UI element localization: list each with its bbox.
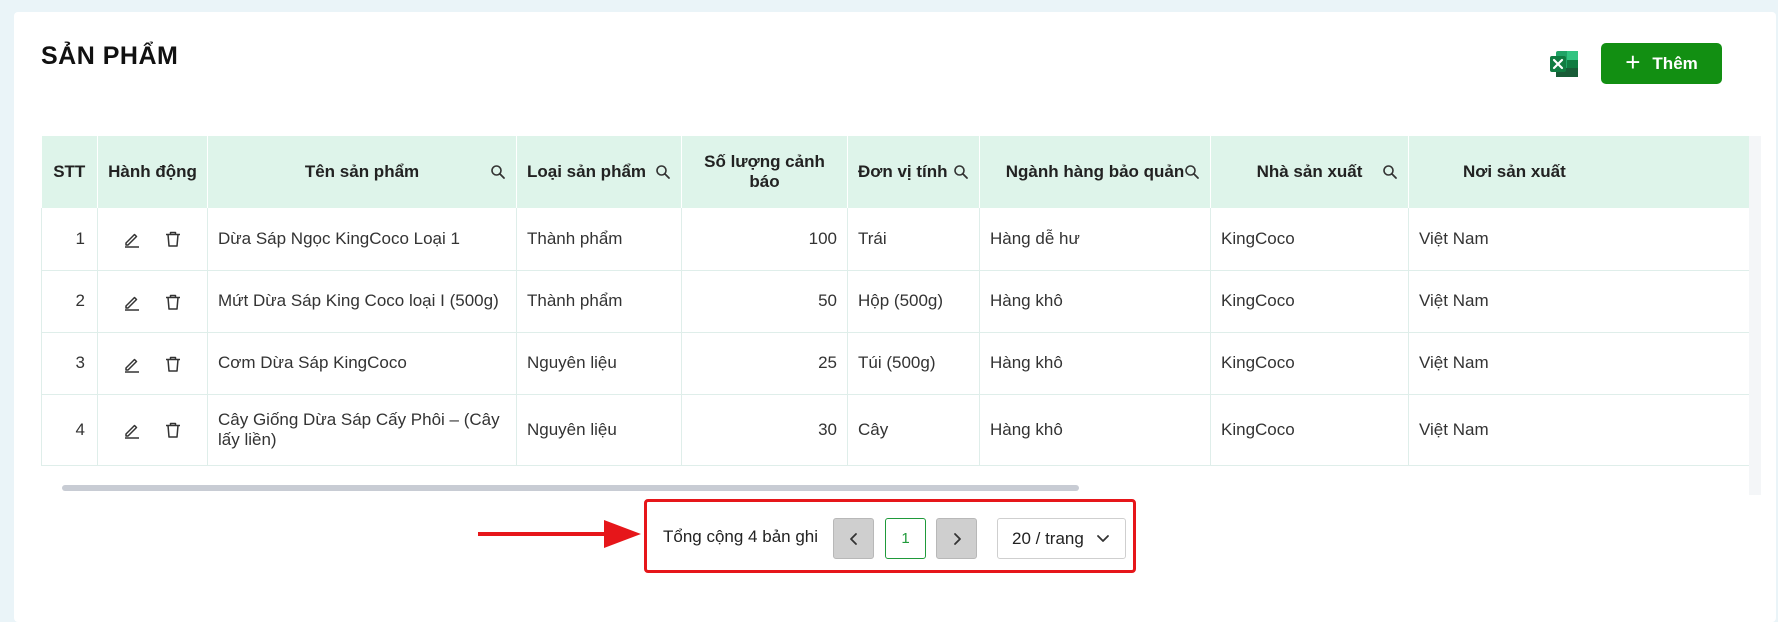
cell-type: Nguyên liệu — [516, 394, 682, 466]
cell-stt: 3 — [41, 332, 98, 395]
total-records: Tổng cộng 4 bản ghi — [663, 527, 819, 546]
cell-warn-qty: 50 — [681, 270, 848, 333]
column-header-actions: Hành động — [97, 136, 208, 208]
search-icon[interactable] — [655, 164, 671, 180]
cell-type: Thành phẩm — [516, 270, 682, 333]
cell-maker: KingCoco — [1210, 208, 1409, 271]
cell-unit: Túi (500g) — [847, 332, 980, 395]
cell-stt: 4 — [41, 394, 98, 466]
plus-icon: + — [1625, 47, 1641, 77]
chevron-down-icon — [1096, 534, 1109, 542]
table-row: 2 Mứt Dừa Sáp King Coco loại I (500g) Th… — [41, 270, 1749, 333]
column-header-origin: Nơi sản xuất — [1408, 136, 1749, 208]
column-header-maker: Nhà sản xuất — [1210, 136, 1409, 208]
cell-actions — [97, 208, 208, 271]
prev-page-button[interactable] — [833, 518, 874, 559]
page-size-select[interactable]: 20 / trang — [997, 518, 1126, 559]
cell-type: Thành phẩm — [516, 208, 682, 271]
cell-origin: Việt Nam — [1408, 208, 1749, 271]
column-header-name: Tên sản phẩm — [207, 136, 517, 208]
chevron-right-icon — [953, 532, 961, 545]
column-header-stt: STT — [41, 136, 98, 208]
cell-origin: Việt Nam — [1408, 270, 1749, 333]
cell-maker: KingCoco — [1210, 270, 1409, 333]
products-table: STT Hành động Tên sản phẩm Loại sản phẩm… — [41, 136, 1749, 481]
trash-icon[interactable] — [164, 421, 182, 439]
cell-stt: 2 — [41, 270, 98, 333]
cell-storage: Hàng dễ hư — [979, 208, 1211, 271]
chevron-left-icon — [849, 532, 857, 545]
search-icon[interactable] — [490, 164, 506, 180]
page-size-value: 20 / trang — [1012, 528, 1084, 548]
search-icon[interactable] — [1184, 164, 1200, 180]
cell-storage: Hàng khô — [979, 270, 1211, 333]
cell-origin: Việt Nam — [1408, 394, 1749, 466]
cell-type: Nguyên liệu — [516, 332, 682, 395]
table-row: 1 Dừa Sáp Ngọc KingCoco Loại 1 Thành phẩ… — [41, 208, 1749, 271]
cell-unit: Cây — [847, 394, 980, 466]
search-icon[interactable] — [953, 164, 969, 180]
cell-name: Cây Giống Dừa Sáp Cấy Phôi – (Cây lấy li… — [207, 394, 517, 466]
page-title: SẢN PHẨM — [41, 42, 179, 70]
add-button-label: Thêm — [1652, 53, 1698, 73]
cell-origin: Việt Nam — [1408, 332, 1749, 395]
search-icon[interactable] — [1382, 164, 1398, 180]
add-button[interactable]: + Thêm — [1601, 43, 1722, 84]
cell-name: Mứt Dừa Sáp King Coco loại I (500g) — [207, 270, 517, 333]
cell-name: Cơm Dừa Sáp KingCoco — [207, 332, 517, 395]
cell-storage: Hàng khô — [979, 332, 1211, 395]
cell-warn-qty: 25 — [681, 332, 848, 395]
edit-icon[interactable] — [123, 293, 141, 311]
cell-warn-qty: 30 — [681, 394, 848, 466]
table-row: 3 Cơm Dừa Sáp KingCoco Nguyên liệu 25 Tú… — [41, 332, 1749, 395]
column-header-warn-qty: Số lượng cảnh báo — [681, 136, 848, 208]
red-arrow-icon — [478, 520, 641, 548]
cell-warn-qty: 100 — [681, 208, 848, 271]
edit-icon[interactable] — [123, 421, 141, 439]
cell-actions — [97, 394, 208, 466]
excel-icon[interactable] — [1547, 47, 1581, 81]
cell-name: Dừa Sáp Ngọc KingCoco Loại 1 — [207, 208, 517, 271]
trash-icon[interactable] — [164, 293, 182, 311]
horizontal-scrollbar[interactable] — [62, 485, 1079, 491]
cell-stt: 1 — [41, 208, 98, 271]
column-header-storage: Ngành hàng bảo quản — [979, 136, 1211, 208]
vertical-scroll-track — [1749, 136, 1761, 495]
cell-maker: KingCoco — [1210, 332, 1409, 395]
table-row: 4 Cây Giống Dừa Sáp Cấy Phôi – (Cây lấy … — [41, 394, 1749, 466]
cell-unit: Trái — [847, 208, 980, 271]
page-1-button[interactable]: 1 — [885, 518, 926, 559]
cell-unit: Hộp (500g) — [847, 270, 980, 333]
trash-icon[interactable] — [164, 355, 182, 373]
edit-icon[interactable] — [123, 230, 141, 249]
trash-icon[interactable] — [164, 230, 182, 248]
cell-maker: KingCoco — [1210, 394, 1409, 466]
cell-storage: Hàng khô — [979, 394, 1211, 466]
cell-actions — [97, 270, 208, 333]
next-page-button[interactable] — [936, 518, 977, 559]
column-header-unit: Đơn vị tính — [847, 136, 980, 208]
column-header-type: Loại sản phẩm — [516, 136, 682, 208]
cell-actions — [97, 332, 208, 395]
edit-icon[interactable] — [123, 355, 141, 373]
